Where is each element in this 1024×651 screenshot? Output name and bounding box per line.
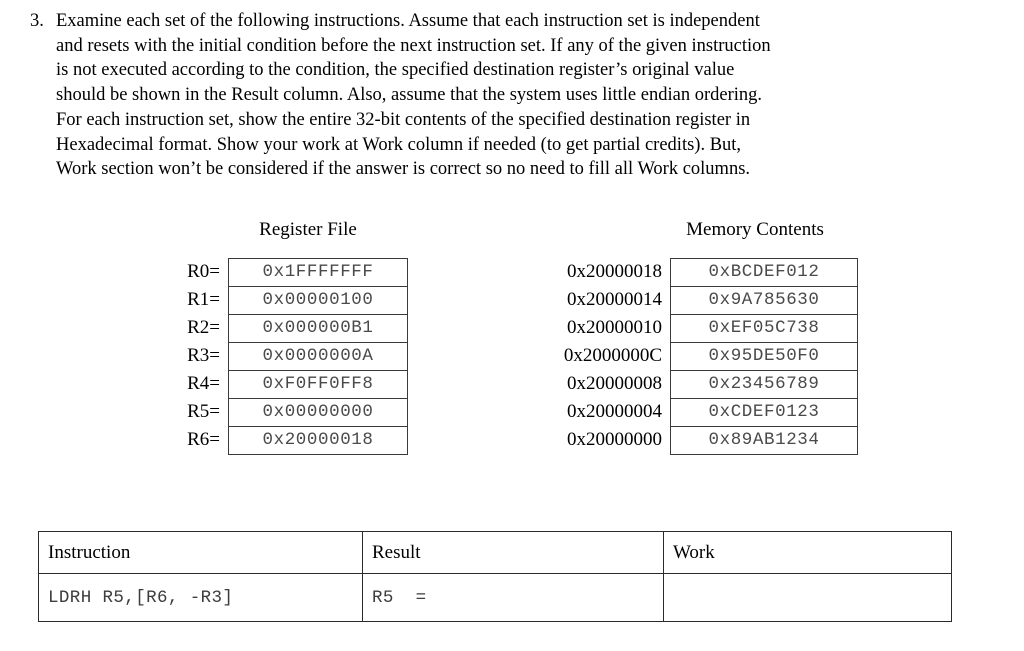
- question-line: should be shown in the Result column. Al…: [56, 85, 762, 106]
- register-label: R2=: [187, 317, 220, 338]
- memory-value: 0xBCDEF012: [671, 259, 857, 287]
- memory-address: 0x20000018: [567, 261, 662, 282]
- memory-address: 0x20000010: [567, 317, 662, 338]
- register-file-title: Register File: [259, 219, 357, 240]
- register-file-panel: R0= R1= R2= R3= R4= R5= R6= 0x1FFFFFFF 0…: [150, 258, 408, 455]
- register-value: 0x1FFFFFFF: [229, 259, 407, 287]
- memory-address: 0x20000014: [567, 289, 662, 310]
- memory-value: 0x23456789: [671, 371, 857, 399]
- result-cell[interactable]: R5 =: [362, 573, 664, 622]
- register-label: R0=: [187, 261, 220, 282]
- question-line: is not executed according to the conditi…: [56, 60, 735, 81]
- memory-value: 0xCDEF0123: [671, 399, 857, 427]
- worksheet-table: Instruction Result Work LDRH R5,[R6, -R3…: [38, 531, 952, 622]
- memory-address-column: 0x20000018 0x20000014 0x20000010 0x20000…: [525, 258, 670, 454]
- register-value: 0x0000000A: [229, 343, 407, 371]
- column-header-result: Result: [362, 531, 664, 574]
- question-line: For each instruction set, show the entir…: [56, 109, 751, 130]
- question-number: 3.: [30, 11, 44, 31]
- register-value: 0xF0FF0FF8: [229, 371, 407, 399]
- memory-value: 0x95DE50F0: [671, 343, 857, 371]
- question-block: 3. Examine each set of the following ins…: [30, 9, 960, 182]
- register-label: R5=: [187, 401, 220, 422]
- register-value-column: 0x1FFFFFFF 0x00000100 0x000000B1 0x00000…: [228, 258, 408, 455]
- column-header-instruction: Instruction: [38, 531, 363, 574]
- register-label: R1=: [187, 289, 220, 310]
- instruction-cell: LDRH R5,[R6, -R3]: [38, 573, 363, 622]
- memory-value: 0x9A785630: [671, 287, 857, 315]
- memory-value: 0x89AB1234: [671, 427, 857, 455]
- register-label: R4=: [187, 373, 220, 394]
- register-label-column: R0= R1= R2= R3= R4= R5= R6=: [150, 258, 228, 454]
- table-header-row: Instruction Result Work: [38, 531, 952, 574]
- question-line: and resets with the initial condition be…: [56, 35, 771, 56]
- question-line: Work section won’t be considered if the …: [56, 159, 751, 180]
- question-text: Examine each set of the following instru…: [56, 9, 960, 182]
- memory-address: 0x2000000C: [563, 345, 662, 366]
- column-header-work: Work: [663, 531, 952, 574]
- register-label: R6=: [187, 429, 220, 450]
- data-panels: Register File R0= R1= R2= R3= R4= R5= R6…: [0, 213, 1024, 463]
- work-cell[interactable]: [663, 573, 952, 622]
- register-value: 0x20000018: [229, 427, 407, 455]
- memory-value: 0xEF05C738: [671, 315, 857, 343]
- memory-contents-title: Memory Contents: [686, 219, 824, 240]
- question-line: Hexadecimal format. Show your work at Wo…: [56, 134, 742, 155]
- question-line: Examine each set of the following instru…: [56, 11, 760, 31]
- register-label: R3=: [187, 345, 220, 366]
- memory-contents-panel: 0x20000018 0x20000014 0x20000010 0x20000…: [525, 258, 858, 455]
- memory-address: 0x20000004: [567, 401, 662, 422]
- register-value: 0x000000B1: [229, 315, 407, 343]
- register-value: 0x00000000: [229, 399, 407, 427]
- memory-address: 0x20000008: [567, 373, 662, 394]
- register-value: 0x00000100: [229, 287, 407, 315]
- memory-address: 0x20000000: [567, 429, 662, 450]
- table-row: LDRH R5,[R6, -R3] R5 =: [38, 573, 952, 622]
- memory-value-column: 0xBCDEF012 0x9A785630 0xEF05C738 0x95DE5…: [670, 258, 858, 455]
